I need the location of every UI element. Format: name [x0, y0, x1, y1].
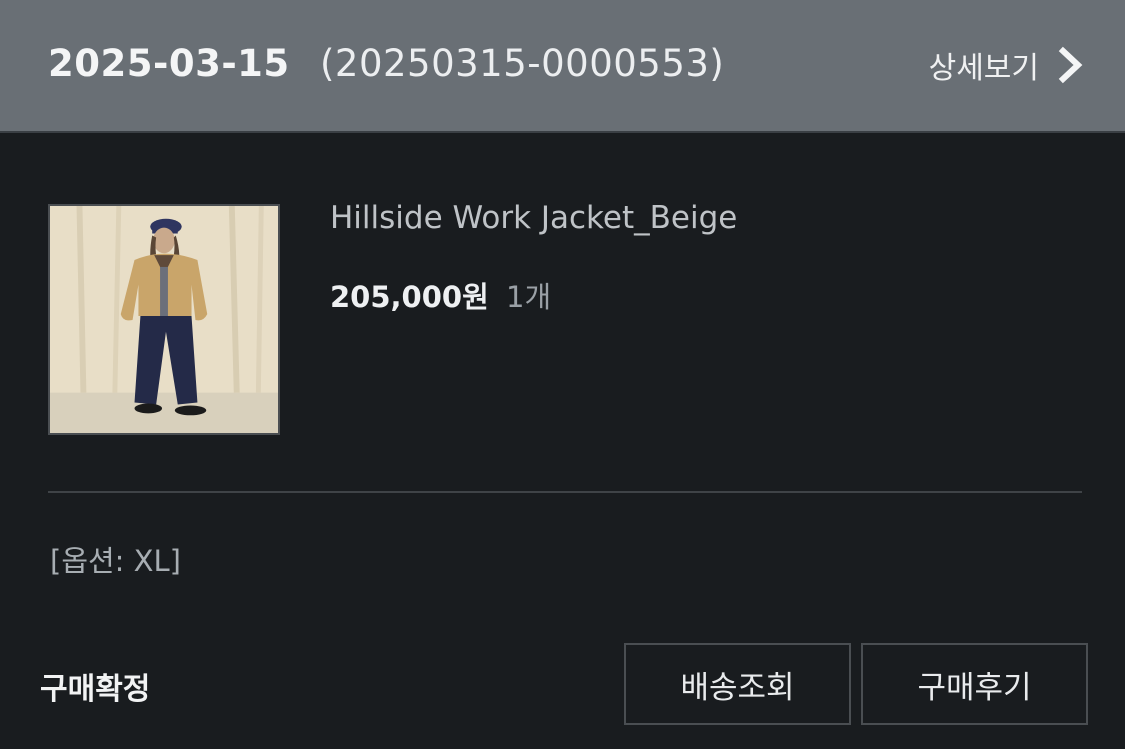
product-price: 205,000원 — [330, 280, 489, 314]
product-quantity: 1개 — [506, 280, 552, 314]
order-status: 구매확정 — [40, 672, 151, 707]
order-card: 2025-03-15 (20250315-0000553) 상세보기 Hills… — [0, 0, 1125, 749]
order-header: 2025-03-15 (20250315-0000553) 상세보기 — [0, 0, 1125, 133]
product-option: [옵션: XL] — [50, 544, 182, 578]
detail-label: 상세보기 — [928, 51, 1039, 86]
order-date: 2025-03-15 — [48, 42, 290, 85]
divider — [48, 491, 1082, 493]
price-line: 205,000원 1개 — [330, 274, 551, 316]
write-review-button[interactable]: 구매후기 — [861, 643, 1088, 725]
chevron-right-icon — [1058, 46, 1083, 84]
product-photo — [50, 206, 278, 433]
product-name[interactable]: Hillside Work Jacket_Beige — [330, 200, 737, 236]
track-shipping-button[interactable]: 배송조회 — [624, 643, 851, 725]
order-number: (20250315-0000553) — [320, 42, 725, 85]
detail-link[interactable]: 상세보기 — [929, 42, 1085, 88]
product-thumbnail[interactable] — [48, 204, 280, 435]
